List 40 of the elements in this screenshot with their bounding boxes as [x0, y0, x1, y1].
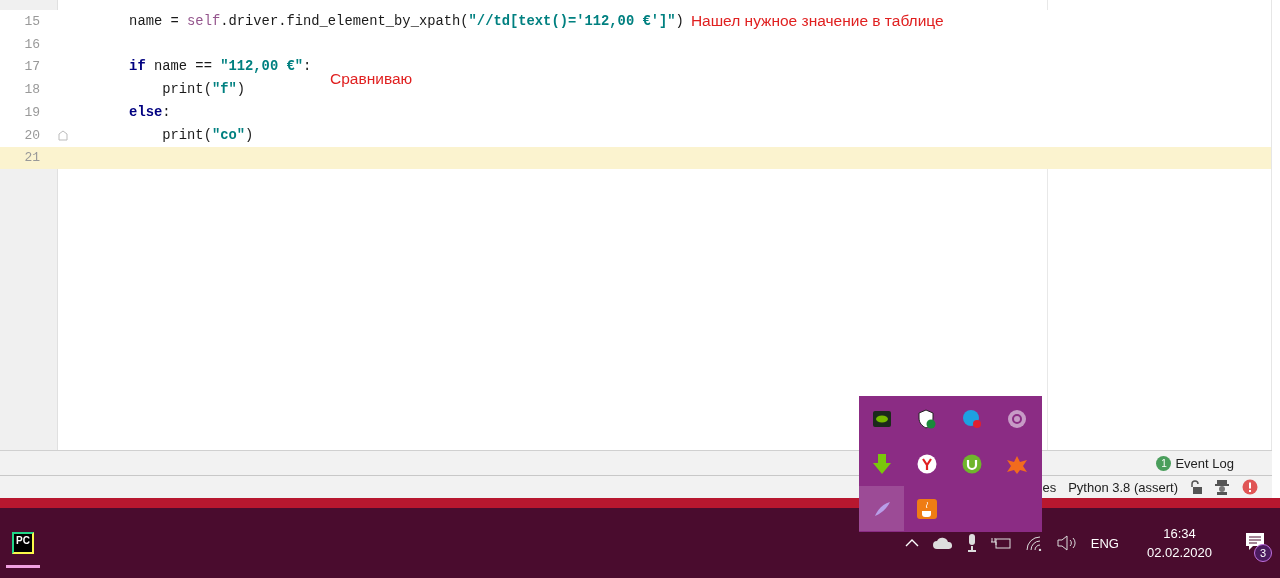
microphone-icon[interactable]: [966, 534, 977, 552]
cloud-icon[interactable]: [932, 537, 953, 549]
wifi-icon[interactable]: [1024, 535, 1043, 551]
count-badge: 1: [1156, 455, 1172, 471]
line-number: 15: [23, 13, 41, 29]
taskbar-app-button[interactable]: PC: [6, 521, 40, 568]
status-item[interactable]: es: [1042, 479, 1057, 495]
error-icon[interactable]: [1242, 479, 1258, 495]
code-line: print("co"): [161, 127, 254, 143]
java-cup-icon: [916, 498, 937, 519]
language-indicator[interactable]: ENG: [1090, 535, 1119, 551]
annotation-text: Нашел нужное значение в таблице: [690, 12, 944, 31]
code-editor[interactable]: 15 name = self.driver.find_element_by_xpath("//td[text()='112,00 €']") Нашел нужное значение в таблице 16 17 if name == "112,00 €": 18 print("f") 19 else: 20 print("co") 21 Сравниваю: [0, 0, 1272, 450]
clock-date[interactable]: 02.02.2020: [1146, 545, 1212, 560]
notification-count-badge: 3: [1254, 544, 1272, 562]
line-number: 16: [23, 36, 41, 52]
gpu-card-icon: [872, 410, 891, 427]
line-number: 18: [23, 82, 41, 98]
person-hat-icon[interactable]: [1214, 479, 1230, 495]
caret-up-icon[interactable]: [904, 539, 919, 547]
shield-check-icon: [916, 408, 937, 429]
line-number: 19: [23, 104, 41, 120]
code-line: else:: [128, 104, 171, 120]
event-log-button[interactable]: 1 Event Log: [1156, 455, 1234, 471]
line-number: 17: [23, 59, 41, 75]
speaker-icon[interactable]: [1056, 535, 1077, 551]
download-arrow-icon: [872, 453, 891, 474]
app-logo: PC: [12, 532, 34, 554]
clock-time[interactable]: 16:34: [1163, 526, 1196, 541]
battery-icon[interactable]: [990, 536, 1011, 550]
browser-y-icon: [916, 453, 937, 474]
torrent-icon: [961, 453, 982, 474]
fold-marker-icon[interactable]: [58, 129, 68, 141]
code-line: name = self.driver.find_element_by_xpath("//td[text()='112,00 €']"): [128, 13, 684, 29]
status-item[interactable]: Python 3.8 (assert): [1068, 479, 1178, 495]
code-line: print("f"): [161, 82, 246, 98]
line-number: 21: [23, 150, 41, 166]
padlock-icon[interactable]: [1190, 480, 1202, 494]
code-line: if name == "112,00 €":: [128, 59, 312, 75]
line-number: 20: [23, 127, 41, 143]
